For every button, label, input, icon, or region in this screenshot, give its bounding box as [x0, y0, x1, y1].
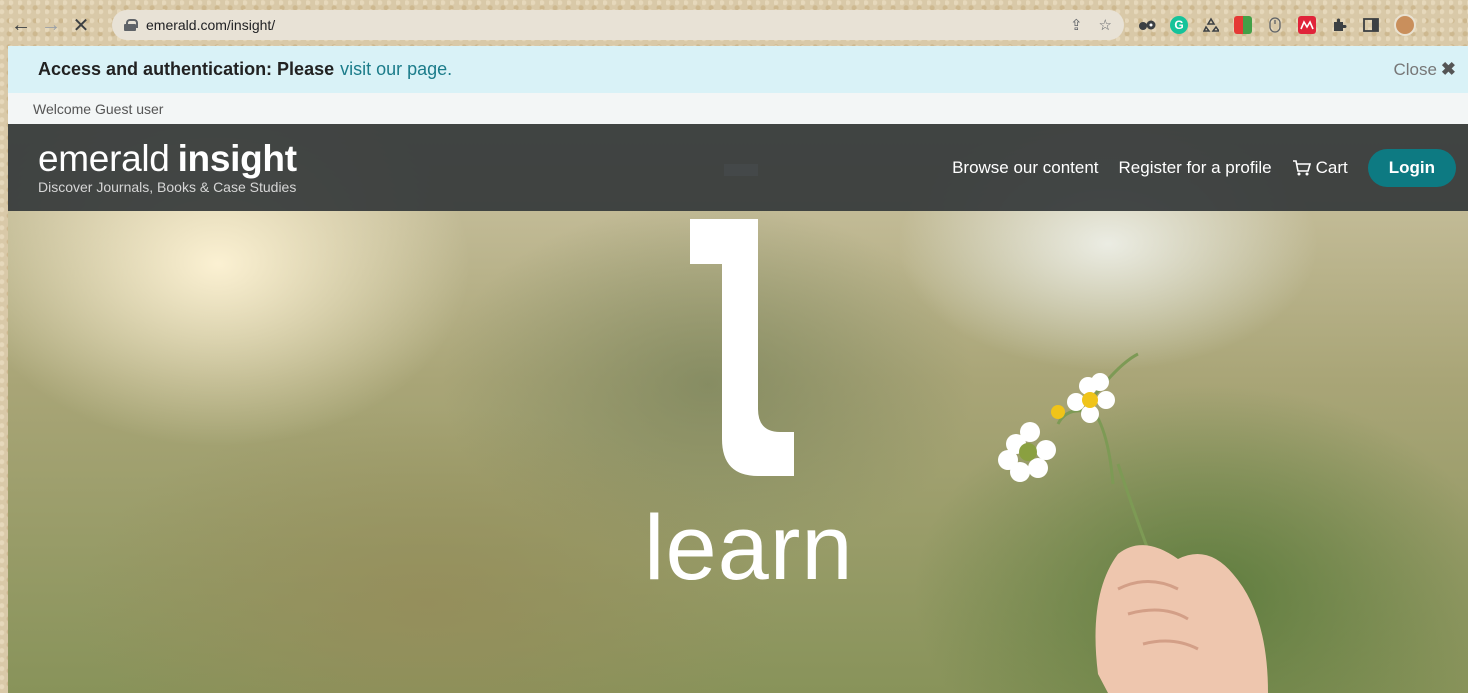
extensions-bar: G	[1138, 14, 1416, 36]
extension-puzzle-face-icon[interactable]	[1138, 16, 1156, 34]
mouse-icon[interactable]	[1266, 16, 1284, 34]
recycle-icon[interactable]	[1202, 16, 1220, 34]
brand-tagline: Discover Journals, Books & Case Studies	[38, 179, 297, 195]
cart-icon	[1292, 159, 1311, 175]
insight-i-logo-icon	[690, 164, 794, 476]
browse-content-link[interactable]: Browse our content	[952, 158, 1098, 178]
lock-icon[interactable]	[124, 19, 138, 31]
address-bar[interactable]: emerald.com/insight/ ⇪ ☆	[112, 10, 1124, 40]
browser-toolbar: ← → ✕ emerald.com/insight/ ⇪ ☆ G	[8, 6, 1468, 44]
emerald-insight-logo[interactable]: emerald insight Discover Journals, Books …	[38, 138, 297, 196]
welcome-bar: Welcome Guest user	[8, 93, 1468, 124]
side-panel-icon[interactable]	[1362, 16, 1380, 34]
main-nav: Browse our content Register for a profil…	[952, 148, 1456, 187]
login-button[interactable]: Login	[1367, 148, 1456, 187]
page-viewport: Access and authentication: Please visit …	[8, 46, 1468, 693]
visit-page-link[interactable]: visit our page.	[340, 59, 452, 80]
close-icon: ✖	[1440, 59, 1456, 79]
back-arrow-icon[interactable]: ←	[8, 12, 34, 38]
red-extension-icon[interactable]	[1298, 16, 1316, 34]
notice-text: Access and authentication: Please	[38, 59, 335, 79]
stop-loading-icon[interactable]: ✕	[68, 12, 94, 38]
close-label: Close	[1393, 59, 1437, 79]
register-profile-link[interactable]: Register for a profile	[1119, 158, 1272, 178]
hero-word: learn	[644, 497, 854, 599]
share-icon[interactable]: ⇪	[1070, 16, 1083, 34]
brand-emerald: emerald	[38, 138, 170, 179]
forward-arrow-icon[interactable]: →	[38, 12, 64, 38]
brand-insight: insight	[177, 138, 297, 179]
access-notice-banner: Access and authentication: Please visit …	[8, 46, 1468, 93]
close-notice-button[interactable]: Close ✖	[1393, 59, 1456, 80]
hand-with-flowers-image	[998, 352, 1268, 693]
cart-label: Cart	[1315, 157, 1348, 177]
site-header: emerald insight Discover Journals, Books …	[8, 124, 1468, 211]
color-squares-extension-icon[interactable]	[1234, 16, 1252, 34]
welcome-text: Welcome Guest user	[33, 100, 164, 117]
url-text: emerald.com/insight/	[146, 17, 276, 33]
hero-section: learn emerald insight Discover Journals, …	[8, 124, 1468, 693]
bookmark-star-icon[interactable]: ☆	[1099, 16, 1112, 34]
extensions-puzzle-icon[interactable]	[1330, 16, 1348, 34]
cart-link[interactable]: Cart	[1292, 158, 1348, 178]
grammarly-icon[interactable]: G	[1170, 16, 1188, 34]
profile-avatar-icon[interactable]	[1394, 14, 1416, 36]
